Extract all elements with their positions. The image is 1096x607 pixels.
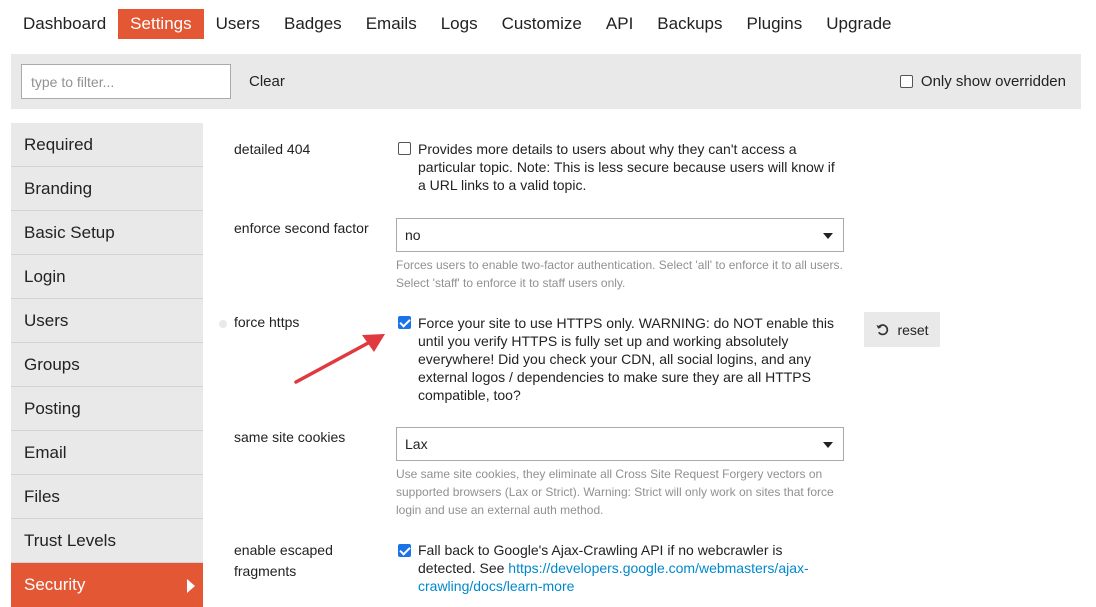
reset-label: reset (897, 321, 929, 338)
sidebar-item-label: Security (24, 575, 86, 594)
nav-tab-customize[interactable]: Customize (490, 9, 594, 39)
sidebar-item-users[interactable]: Users (11, 299, 203, 343)
undo-icon (876, 324, 889, 336)
only-show-overridden-label: Only show overridden (920, 73, 1066, 90)
sidebar-item-basic-setup[interactable]: Basic Setup (11, 211, 203, 255)
nav-tab-backups[interactable]: Backups (645, 9, 734, 39)
overridden-indicator-dot (219, 320, 227, 328)
chevron-right-icon (187, 579, 195, 593)
same-site-cookies-select[interactable]: Lax (396, 427, 844, 461)
annotation-arrow-icon (294, 334, 385, 384)
sidebar-item-groups[interactable]: Groups (11, 343, 203, 387)
enable-escaped-fragments-checkbox[interactable] (398, 544, 411, 557)
setting-description-enable-escaped-fragments: Fall back to Google's Ajax-Crawling API … (418, 541, 838, 595)
setting-label-same-site-cookies: same site cookies (234, 429, 346, 445)
only-show-overridden-checkbox[interactable] (899, 75, 913, 88)
setting-description-detailed-404: Provides more details to users about why… (418, 141, 835, 193)
setting-label-enforce-second-factor: enforce second factor (234, 220, 369, 236)
clear-button[interactable]: Clear (249, 73, 285, 90)
caret-down-icon (823, 442, 833, 448)
nav-tab-logs[interactable]: Logs (429, 9, 490, 39)
nav-tab-badges[interactable]: Badges (272, 9, 354, 39)
filter-input[interactable] (21, 64, 231, 99)
sidebar-item-trust-levels[interactable]: Trust Levels (11, 519, 203, 563)
sidebar-item-files[interactable]: Files (11, 475, 203, 519)
nav-tab-dashboard[interactable]: Dashboard (11, 9, 118, 39)
setting-label-enable-escaped-fragments: enable escaped fragments (234, 542, 333, 579)
sidebar-item-email[interactable]: Email (11, 431, 203, 475)
force-https-checkbox[interactable] (398, 316, 411, 329)
settings-category-sidebar: Required Branding Basic Setup Login User… (11, 123, 203, 607)
reset-button[interactable]: reset (864, 312, 940, 347)
detailed-404-checkbox[interactable] (398, 142, 411, 155)
select-value: Lax (405, 436, 428, 452)
sidebar-item-security[interactable]: Security (11, 563, 203, 607)
admin-top-nav: Dashboard Settings Users Badges Emails L… (11, 9, 903, 39)
sidebar-item-branding[interactable]: Branding (11, 167, 203, 211)
sidebar-item-posting[interactable]: Posting (11, 387, 203, 431)
select-value: no (405, 227, 421, 243)
nav-tab-emails[interactable]: Emails (354, 9, 429, 39)
nav-tab-users[interactable]: Users (204, 9, 272, 39)
nav-tab-api[interactable]: API (594, 9, 645, 39)
nav-tab-upgrade[interactable]: Upgrade (814, 9, 903, 39)
caret-down-icon (823, 233, 833, 239)
setting-help-enforce-second-factor: Forces users to enable two-factor authen… (396, 258, 843, 290)
nav-tab-plugins[interactable]: Plugins (735, 9, 815, 39)
sidebar-item-required[interactable]: Required (11, 123, 203, 167)
setting-help-same-site-cookies: Use same site cookies, they eliminate al… (396, 467, 834, 517)
only-show-overridden-toggle[interactable]: Only show overridden (899, 73, 1066, 90)
setting-label-detailed-404: detailed 404 (234, 141, 311, 157)
setting-description-force-https: Force your site to use HTTPS only. WARNI… (418, 315, 834, 403)
enforce-second-factor-select[interactable]: no (396, 218, 844, 252)
sidebar-item-login[interactable]: Login (11, 255, 203, 299)
settings-filter-bar: Clear Only show overridden (11, 54, 1081, 109)
nav-tab-settings[interactable]: Settings (118, 9, 204, 39)
